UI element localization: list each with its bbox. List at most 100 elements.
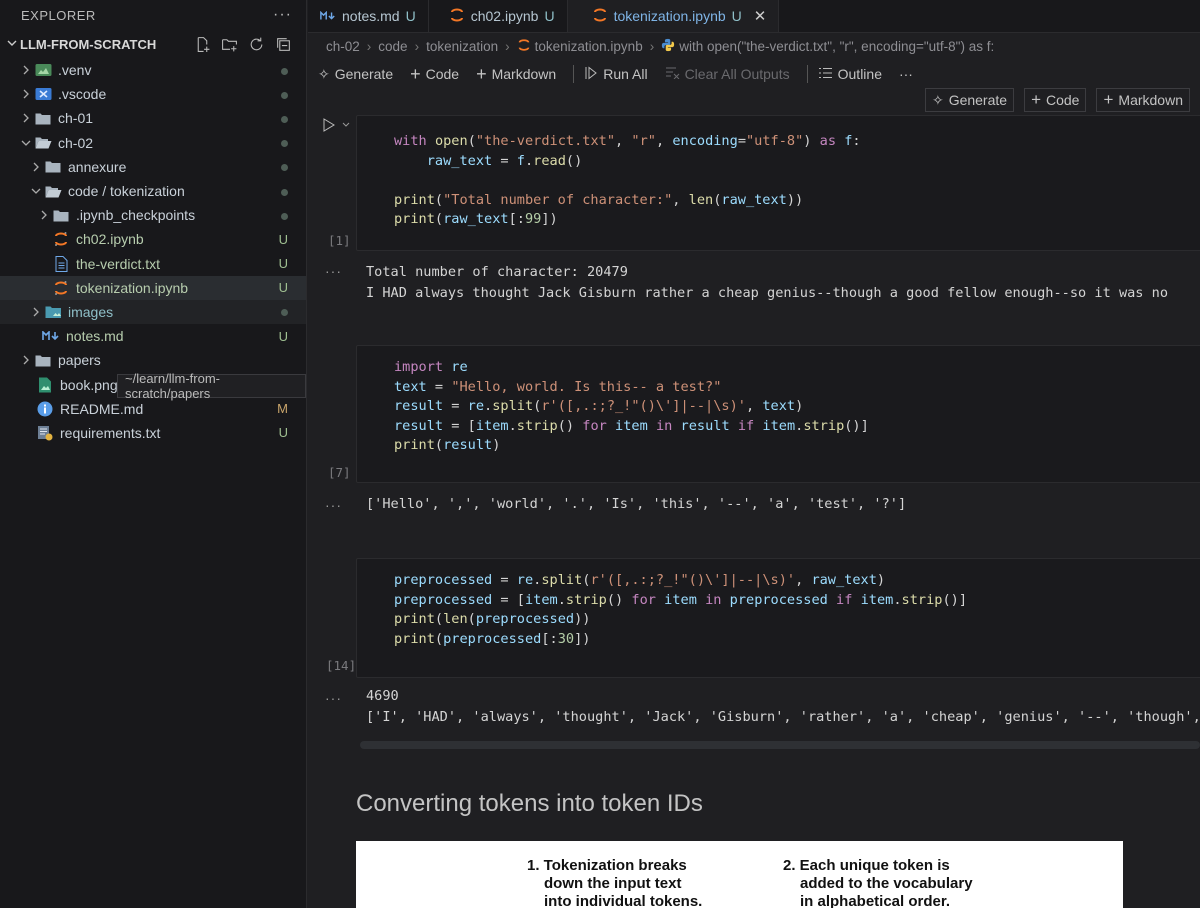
breadcrumb-item[interactable]: tokenization.ipynb [535,39,643,54]
tree-item-vscode[interactable]: .vscode [0,82,306,106]
tree-item-label: annexure [68,158,127,175]
tree-item-label: book.png [60,376,118,393]
root-folder-label: LLM-FROM-SCRATCH [20,36,157,52]
code-cell[interactable]: import re text = "Hello, world. Is this-… [356,345,1200,483]
tree-item-label: images [68,303,114,320]
output-more-button[interactable]: ··· [325,690,342,706]
venv-folder-icon [34,61,52,79]
breadcrumb-item[interactable]: tokenization [426,39,498,54]
chevron-right-icon [18,89,34,99]
folder-icon [52,206,70,224]
output-more-button[interactable]: ··· [325,497,342,513]
tree-item-ch-02[interactable]: ch-02 [0,131,306,155]
clear-outputs-label: Clear All Outputs [684,66,790,82]
output-line: I HAD always thought Jack Gisburn rather… [366,285,1169,301]
close-tab-icon[interactable]: ✕ [754,7,767,25]
chevron-right-icon [18,355,34,365]
git-status-badge: U [278,231,288,247]
breadcrumb-symbol[interactable]: with open("the-verdict.txt", "r", encodi… [679,39,994,54]
git-status-dot [281,159,288,174]
tab-notes-md[interactable]: notes.md U [308,0,429,32]
generate-button[interactable]: ✧ Generate [318,66,393,83]
tree-item-label: papers [58,352,101,369]
git-status-badge: U [278,328,288,344]
output-more-button[interactable]: ··· [325,263,342,279]
figure-text: 2. Each unique token is [783,857,950,874]
output-horizontal-scrollbar[interactable] [360,741,1200,749]
run-cell-button[interactable] [322,117,352,138]
code-editor[interactable]: import re text = "Hello, world. Is this-… [357,346,1200,456]
new-file-icon[interactable] [194,36,211,53]
tab-status: U [731,8,742,24]
cell-generate-label: Generate [948,92,1008,108]
breadcrumb: ch-02 › code › tokenization › tokenization.… [308,33,1200,59]
clear-outputs-button[interactable]: Clear All Outputs [665,66,790,82]
tab-label: ch02.ipynb [470,8,539,24]
tab-ch02-ipynb[interactable]: ch02.ipynb U [429,0,568,32]
code-editor[interactable]: preprocessed = re.split(r'([,.:;?_!"()\'… [357,559,1200,649]
figure-text: in alphabetical order. [800,893,951,908]
outline-button[interactable]: Outline [818,66,882,82]
text-file-icon [52,255,70,273]
code-cell[interactable]: with open("the-verdict.txt", "r", encodi… [356,115,1200,251]
tree-item-label: .vscode [58,86,107,103]
more-actions-button[interactable]: ··· [899,66,913,82]
tree-item-images[interactable]: images [0,299,306,325]
tree-item-ch-01[interactable]: ch-01 [0,106,306,130]
cell-generate-button[interactable]: ✧ Generate [924,88,1015,112]
run-all-button[interactable]: Run All [584,65,648,83]
toolbar-divider [806,65,808,83]
tree-item-tokenization-ipynb[interactable]: tokenization.ipynb U [0,275,306,300]
tree-item-notes-md[interactable]: notes.md U [0,324,306,348]
code-editor[interactable]: with open("the-verdict.txt", "r", encodi… [357,116,1200,230]
tree-item-code-tokenization[interactable]: code / tokenization [0,179,306,203]
cell-output: ['Hello', ',', 'world', '.', 'Is', 'this… [366,494,906,515]
path-tooltip: ~/learn/llm-from-scratch/papers [117,371,306,401]
tree-item-label: requirements.txt [60,424,161,441]
cell-add-markdown-button[interactable]: + Markdown [1096,88,1190,112]
tree-item-papers[interactable]: papers [0,348,306,372]
git-status-dot [281,87,288,102]
cell-output: 4690 ['I', 'HAD', 'always', 'thought', 'J… [366,686,1200,728]
tree-item-ch02-ipynb[interactable]: ch02.ipynb U [0,227,306,251]
cell-insert-bar: ✧ Generate + Code + Markdown [924,88,1190,112]
tree-item-venv[interactable]: .venv [0,58,306,82]
code-cell[interactable]: preprocessed = re.split(r'([,.:;?_!"()\'… [356,558,1200,678]
chevron-right-icon [18,113,34,123]
add-markdown-cell-button[interactable]: + Markdown [476,64,556,85]
add-code-cell-button[interactable]: + Code [410,64,459,85]
vscode-folder-icon [34,85,52,103]
execution-count: [7] [328,465,351,480]
tree-item-annexure[interactable]: annexure [0,155,306,179]
breadcrumb-item[interactable]: ch-02 [326,39,360,54]
cell-markdown-label: Markdown [1118,92,1183,108]
explorer-more-button[interactable]: ··· [273,6,292,24]
git-status-dot [281,304,288,319]
new-folder-icon[interactable] [221,36,238,53]
tree-item-ipynb-checkpoints[interactable]: .ipynb_checkpoints [0,203,306,227]
outline-label: Outline [837,66,882,82]
breadcrumb-chevron-icon: › [414,38,420,54]
tree-item-requirements-txt[interactable]: requirements.txt U [0,421,306,445]
chevron-right-icon [36,210,52,220]
breadcrumb-chevron-icon: › [366,38,372,54]
tree-item-the-verdict-txt[interactable]: the-verdict.txt U [0,252,306,276]
execution-count: [14] [326,658,357,673]
refresh-icon[interactable] [248,36,265,53]
cell-add-code-button[interactable]: + Code [1024,88,1087,112]
plus-icon: + [410,63,421,84]
folder-icon [34,109,52,127]
figure-note-2: 2. Each unique token is added to the voc… [783,857,973,908]
tree-item-label: README.md [60,400,144,417]
markdown-icon [320,8,336,24]
explorer-root-folder[interactable]: LLM-FROM-SCRATCH [0,30,306,58]
notebook-toolbar: ✧ Generate + Code + Markdown Run All Clear … [308,59,1200,89]
collapse-all-icon[interactable] [275,36,292,53]
git-status-dot [281,184,288,199]
breadcrumb-item[interactable]: code [378,39,407,54]
jupyter-icon [517,38,531,55]
requirements-file-icon [36,424,54,442]
tab-tokenization-ipynb[interactable]: tokenization.ipynb U ✕ [567,0,780,32]
chevron-down-icon [28,186,44,196]
breadcrumb-chevron-icon: › [505,38,510,54]
